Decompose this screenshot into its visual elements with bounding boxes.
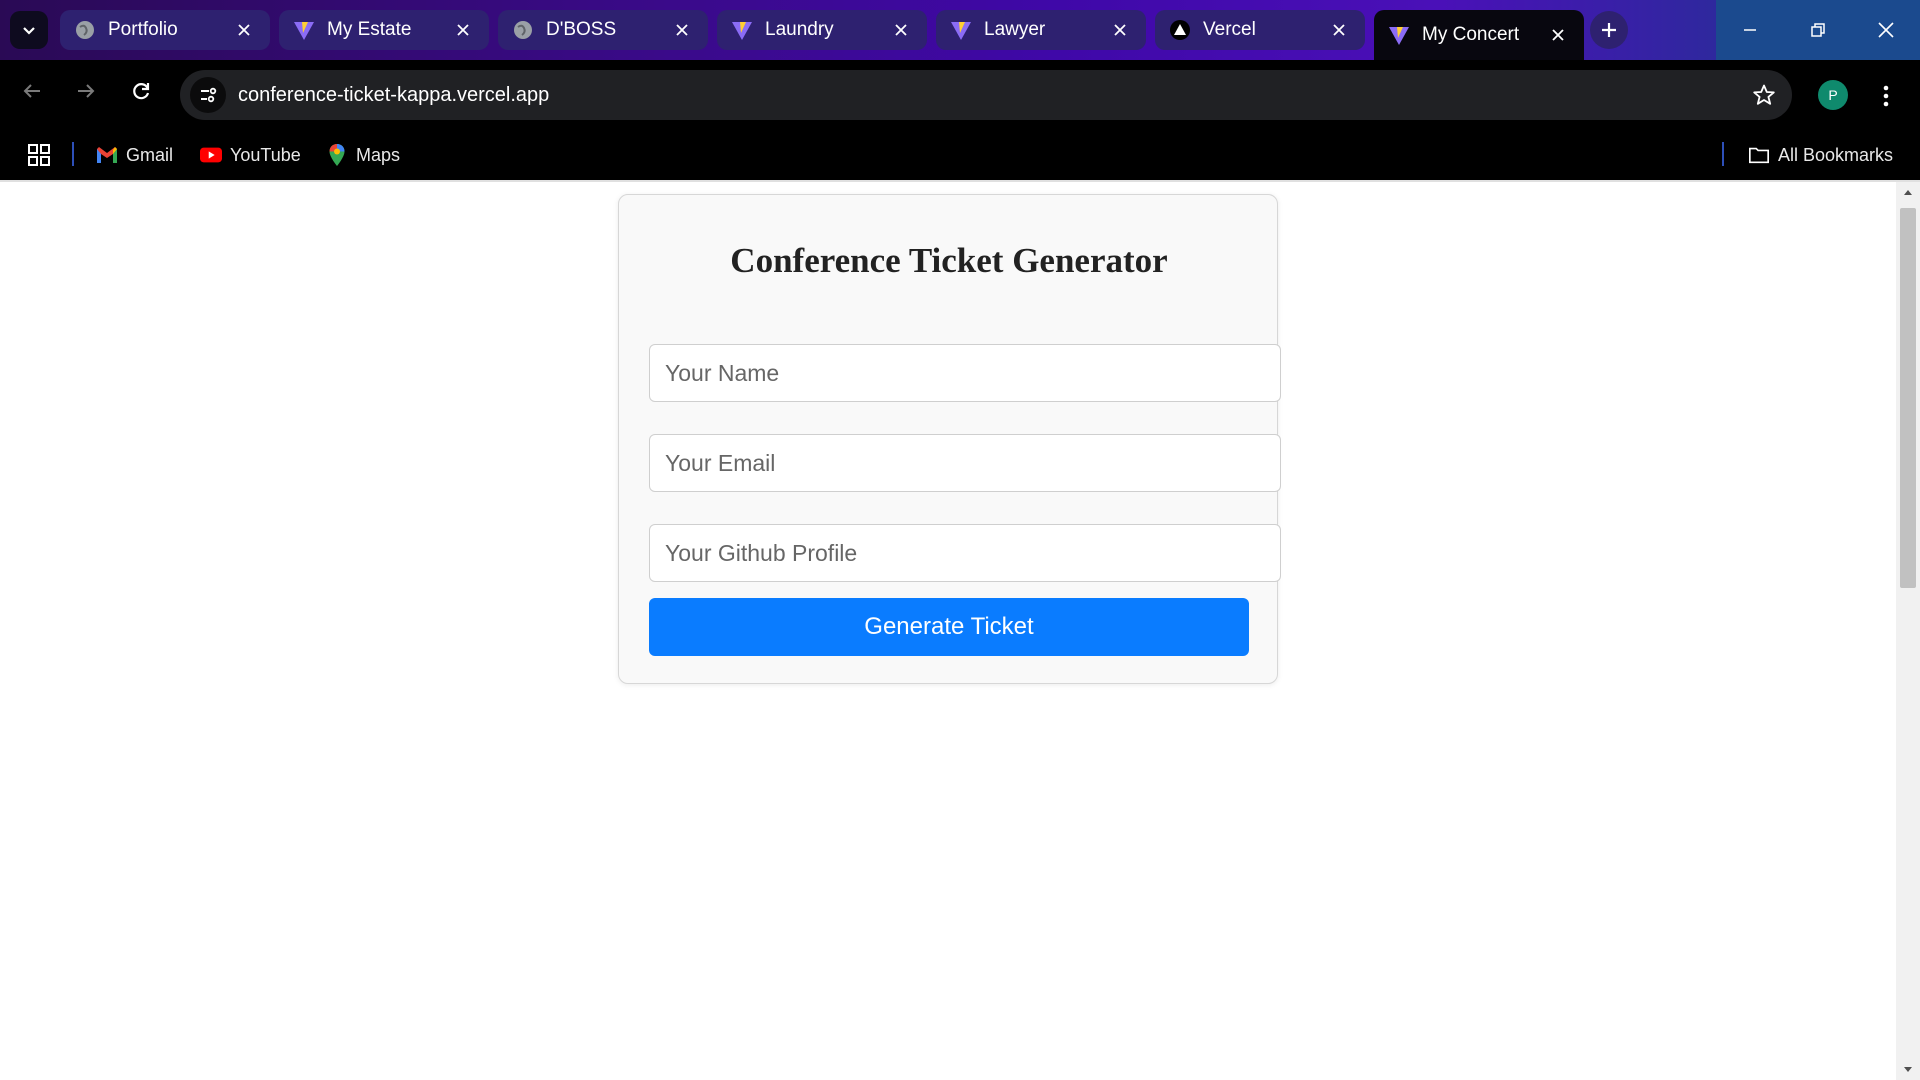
plus-icon xyxy=(1602,23,1616,37)
new-tab-button[interactable] xyxy=(1590,11,1628,49)
all-bookmarks-button[interactable]: All Bookmarks xyxy=(1748,138,1893,172)
forward-button[interactable] xyxy=(66,71,106,111)
reload-button[interactable] xyxy=(121,71,161,111)
bookmarks-divider xyxy=(72,142,74,166)
tab-title: Laundry xyxy=(765,19,834,40)
close-icon[interactable] xyxy=(1325,16,1353,44)
close-icon[interactable] xyxy=(230,16,258,44)
close-icon[interactable] xyxy=(887,16,915,44)
tab-vercel[interactable]: Vercel xyxy=(1155,10,1365,50)
tab-title: My Estate xyxy=(327,19,412,40)
close-icon[interactable] xyxy=(449,16,477,44)
tab-title: Lawyer xyxy=(984,19,1046,40)
page-viewport: Conference Ticket Generator Generate Tic… xyxy=(0,182,1896,1080)
page-title: Conference Ticket Generator xyxy=(730,241,1168,280)
reload-icon xyxy=(133,83,150,100)
tab-portfolio[interactable]: Portfolio xyxy=(60,10,270,50)
minimize-button[interactable] xyxy=(1716,0,1784,60)
bookmark-label: Maps xyxy=(356,144,401,165)
bookmark-star-icon[interactable] xyxy=(1744,75,1784,115)
scroll-up-arrow-icon[interactable] xyxy=(1896,182,1920,202)
tab-lawyer[interactable]: Lawyer xyxy=(936,10,1146,50)
folder-icon xyxy=(1748,144,1770,166)
bookmark-gmail[interactable]: Gmail xyxy=(96,138,173,172)
email-input[interactable] xyxy=(649,434,1281,492)
tab-title: Vercel xyxy=(1203,19,1256,40)
profile-avatar[interactable]: P xyxy=(1818,80,1848,110)
more-vertical-icon xyxy=(1883,85,1889,107)
bookmarks-divider xyxy=(1722,142,1724,166)
back-button[interactable] xyxy=(12,71,52,111)
vite-icon xyxy=(1388,24,1410,46)
chevron-down-icon xyxy=(23,27,35,35)
url-text[interactable]: conference-ticket-kappa.vercel.app xyxy=(238,84,1744,107)
tab-title: Portfolio xyxy=(108,19,178,40)
name-input[interactable] xyxy=(649,344,1281,402)
browser-menu-button[interactable] xyxy=(1866,76,1906,116)
bookmark-label: YouTube xyxy=(230,144,301,165)
bookmarks-bar: Gmail YouTube Maps All Bookmarks xyxy=(0,130,1920,180)
ticket-form-card: Conference Ticket Generator Generate Tic… xyxy=(618,194,1281,684)
bookmark-label: Gmail xyxy=(126,144,174,165)
tab-dboss[interactable]: D'BOSS xyxy=(498,10,708,50)
tab-search-button[interactable] xyxy=(10,11,48,49)
maps-icon xyxy=(326,144,348,166)
globe-icon xyxy=(512,19,534,41)
restore-button[interactable] xyxy=(1784,0,1852,60)
globe-icon xyxy=(74,19,96,41)
tab-title: My Concert xyxy=(1422,24,1520,45)
vercel-icon xyxy=(1169,19,1191,41)
apps-grid-icon[interactable] xyxy=(24,140,54,170)
bookmark-youtube[interactable]: YouTube xyxy=(200,138,301,172)
scroll-down-arrow-icon[interactable] xyxy=(1896,1060,1920,1080)
close-icon[interactable] xyxy=(1544,21,1572,49)
tab-my-concert[interactable]: My Concert xyxy=(1374,10,1584,60)
vite-icon xyxy=(731,19,753,41)
gmail-icon xyxy=(96,144,118,166)
vite-icon xyxy=(293,19,315,41)
close-window-button[interactable] xyxy=(1852,0,1920,60)
tab-title: D'BOSS xyxy=(546,19,617,40)
vertical-scrollbar[interactable] xyxy=(1896,182,1920,1080)
arrow-right-icon xyxy=(78,84,95,98)
close-icon[interactable] xyxy=(668,16,696,44)
tab-my-estate[interactable]: My Estate xyxy=(279,10,489,50)
all-bookmarks-label: All Bookmarks xyxy=(1778,144,1894,165)
generate-ticket-button[interactable]: Generate Ticket xyxy=(649,598,1249,656)
vite-icon xyxy=(950,19,972,41)
github-profile-input[interactable] xyxy=(649,524,1281,582)
arrow-left-icon xyxy=(23,84,40,98)
bookmark-maps[interactable]: Maps xyxy=(326,138,400,172)
site-info-icon[interactable] xyxy=(190,77,226,113)
restore-icon xyxy=(1811,23,1825,37)
close-icon[interactable] xyxy=(1106,16,1134,44)
minimize-icon xyxy=(1744,29,1756,31)
address-bar[interactable]: conference-ticket-kappa.vercel.app xyxy=(180,70,1792,120)
close-icon xyxy=(1878,22,1894,38)
scrollbar-thumb[interactable] xyxy=(1900,208,1916,588)
tab-laundry[interactable]: Laundry xyxy=(717,10,927,50)
youtube-icon xyxy=(200,144,222,166)
tab-strip: Portfolio My Estate D'BOSS Laundry Lawye… xyxy=(0,0,1920,60)
